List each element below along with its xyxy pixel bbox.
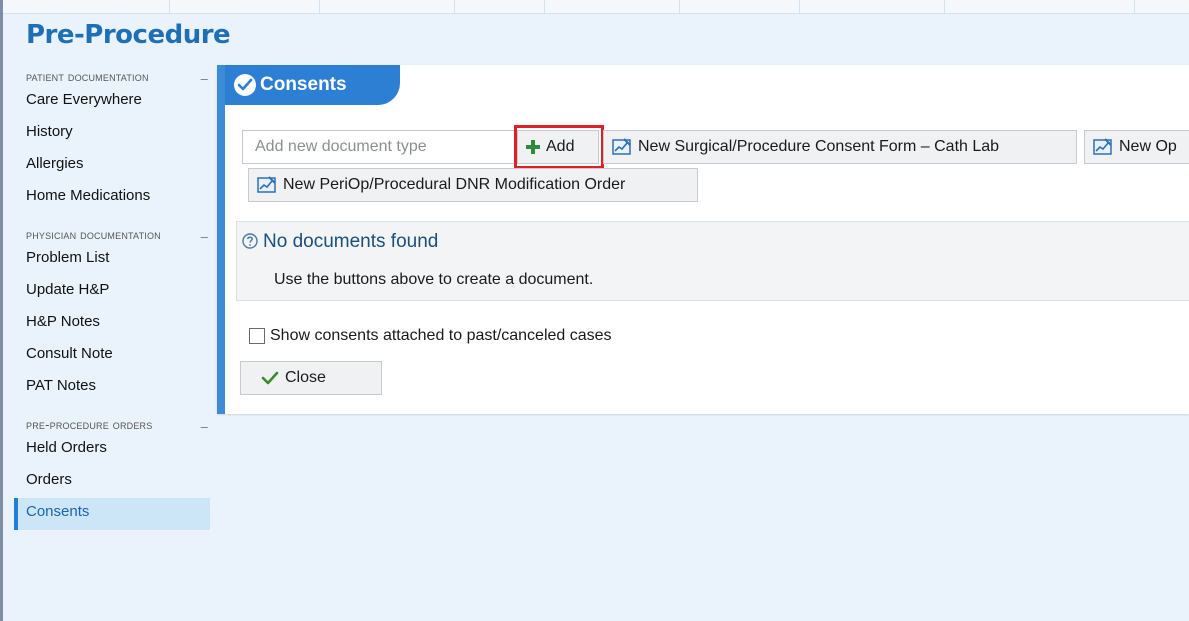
top-tab-strip [0, 0, 1189, 14]
sidebar-item-consult-note[interactable]: Consult Note [14, 340, 210, 372]
sidebar-item-update-hp[interactable]: Update H&P [14, 276, 210, 308]
section-heading-physician-documentation[interactable]: Physician Documentation – [14, 227, 210, 244]
new-surgical-consent-cath-lab-button[interactable]: New Surgical/Procedure Consent Form – Ca… [603, 130, 1077, 164]
sidebar-item-hp-notes[interactable]: H&P Notes [14, 308, 210, 340]
show-past-cases-label[interactable]: Show consents attached to past/canceled … [270, 327, 612, 345]
checkmark-icon [261, 371, 279, 385]
button-label: New Surgical/Procedure Consent Form – Ca… [638, 138, 1000, 155]
sidebar-item-problem-list[interactable]: Problem List [14, 244, 210, 276]
question-circle-icon [242, 233, 258, 249]
consents-panel: Consents Add New Surgical/Procedure Cons… [217, 65, 1189, 414]
add-button[interactable]: Add [517, 130, 599, 164]
add-button-label: Add [546, 138, 575, 155]
sidebar-item-care-everywhere[interactable]: Care Everywhere [14, 86, 210, 118]
section-heading-patient-documentation[interactable]: Patient Documentation – [14, 69, 210, 86]
button-label: New PeriOp/Procedural DNR Modification O… [283, 176, 626, 193]
sidebar-item-orders[interactable]: Orders [14, 466, 210, 498]
collapse-icon[interactable]: – [201, 420, 208, 434]
new-op-button[interactable]: New Op [1084, 130, 1189, 164]
sidebar-item-held-orders[interactable]: Held Orders [14, 434, 210, 466]
sidebar-item-history[interactable]: History [14, 118, 210, 150]
show-past-cases-checkbox[interactable] [249, 328, 265, 344]
close-button[interactable]: Close [240, 361, 382, 395]
page-title: Pre-Procedure [26, 20, 231, 50]
section-heading-label: Pre-Procedure Orders [26, 417, 153, 432]
no-documents-message: Use the buttons above to create a docume… [274, 271, 594, 288]
collapse-icon[interactable]: – [201, 72, 208, 86]
consents-panel-header: Consents [225, 65, 400, 105]
sidebar-item-home-medications[interactable]: Home Medications [14, 182, 210, 214]
sidebar: Patient Documentation – Care Everywhere … [14, 70, 210, 530]
no-documents-title: No documents found [263, 231, 439, 252]
consent-check-icon [234, 74, 256, 96]
section-heading-label: Patient Documentation [26, 69, 149, 84]
sidebar-item-allergies[interactable]: Allergies [14, 150, 210, 182]
new-periop-dnr-modification-order-button[interactable]: New PeriOp/Procedural DNR Modification O… [248, 168, 698, 202]
chart-document-icon [257, 176, 277, 194]
section-heading-label: Physician Documentation [26, 227, 161, 242]
button-label: New Op [1119, 138, 1177, 155]
collapse-icon[interactable]: – [201, 230, 208, 244]
section-heading-pre-procedure-orders[interactable]: Pre-Procedure Orders – [14, 417, 210, 434]
close-button-label: Close [285, 369, 326, 386]
consents-title: Consents [260, 74, 347, 95]
sidebar-item-pat-notes[interactable]: PAT Notes [14, 372, 210, 404]
chart-document-icon [612, 138, 632, 156]
plus-icon [526, 140, 540, 154]
sidebar-item-consents[interactable]: Consents [14, 498, 210, 530]
document-type-input[interactable] [242, 130, 516, 164]
window-left-edge [0, 0, 3, 621]
chart-document-icon [1093, 138, 1113, 156]
